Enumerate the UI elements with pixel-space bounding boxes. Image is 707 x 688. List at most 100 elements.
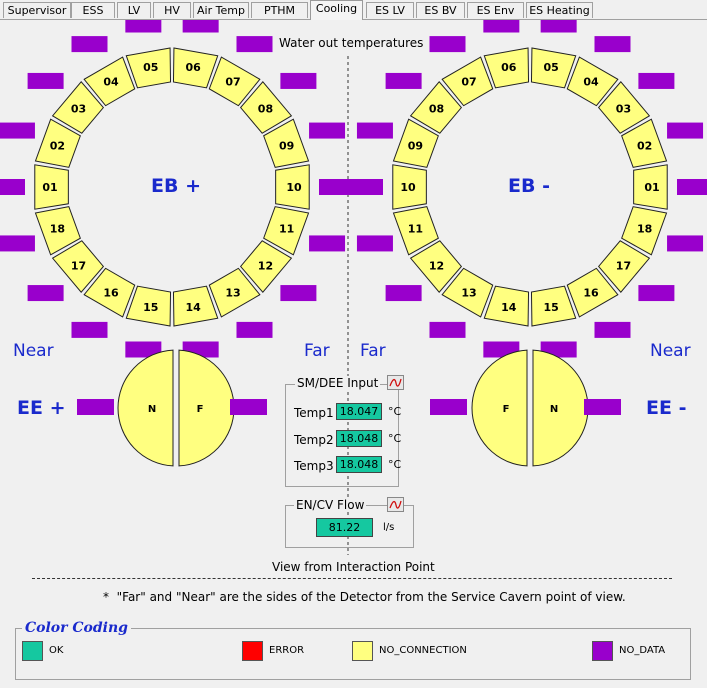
eb-minus-sector-label: 01 [644, 181, 659, 194]
eb-minus-status-box [356, 122, 393, 139]
ee-plus-half-f [178, 349, 235, 467]
eb-minus-sector-label: 17 [616, 259, 631, 272]
flow-trend-button[interactable] [387, 497, 404, 512]
temp2-unit: °C [388, 432, 402, 445]
tab-cooling[interactable]: Cooling [310, 0, 363, 20]
eb-plus-sector-label: 13 [225, 287, 240, 300]
eb-minus-sector-label: 02 [637, 139, 652, 152]
trend-icon [389, 500, 402, 509]
ee-plus-half-n [117, 349, 174, 467]
legend-ok-label: OK [49, 645, 64, 656]
eb-minus-sector-label: 13 [461, 287, 476, 300]
eb-minus-sector-label: 16 [583, 287, 599, 300]
temp3-label: Temp3 [294, 459, 334, 473]
eb-plus-sector-label: 10 [286, 181, 302, 194]
view-label: View from Interaction Point [272, 560, 435, 574]
eb-minus-status-box [594, 36, 631, 53]
near-right-label: Near [650, 341, 691, 361]
ee-status-box [77, 399, 114, 415]
eb-minus-status-box [540, 20, 577, 33]
eb-plus-status-box [125, 20, 162, 33]
legend-title: Color Coding [22, 620, 131, 636]
tab-bar: Supervisor ESS LV HV Air Temp PTHM Cooling ES L… [0, 0, 707, 20]
ee-plus-label-left: N [148, 404, 156, 415]
eb-minus-status-box [385, 285, 422, 302]
far-left-label: Far [304, 341, 330, 361]
eb-plus-status-box [309, 122, 346, 139]
flow-unit: l/s [383, 522, 395, 533]
temp1-label: Temp1 [294, 406, 334, 420]
eb-plus-sector-label: 03 [71, 103, 86, 116]
eb-plus-sector-label: 06 [186, 61, 202, 74]
temp1-unit: °C [388, 405, 402, 418]
temp2-label: Temp2 [294, 433, 334, 447]
eb-minus-status-box [429, 321, 466, 338]
eb-minus-sector-label: 05 [544, 61, 559, 74]
eb-plus-label: EB + [151, 175, 201, 197]
eb-plus-status-box [71, 321, 108, 338]
tab-es-bv[interactable]: ES BV [416, 2, 465, 18]
smdee-trend-button[interactable] [387, 375, 404, 390]
eb-minus-status-box [483, 20, 520, 33]
tab-air-temp[interactable]: Air Temp [193, 2, 249, 18]
temp2-value: 18.048 [336, 430, 382, 447]
tab-supervisor[interactable]: Supervisor [3, 2, 71, 18]
legend-no-data-swatch [592, 641, 613, 661]
eb-plus-status-box [182, 20, 219, 33]
temp3-value: 18.048 [336, 456, 382, 473]
temp3-unit: °C [388, 458, 402, 471]
ee-plus-label: EE + [17, 397, 66, 419]
eb-plus-sector-label: 07 [225, 75, 240, 88]
tab-lv[interactable]: LV [117, 2, 151, 18]
flow-title: EN/CV Flow [294, 498, 367, 512]
legend-error-swatch [242, 641, 263, 661]
legend-no-data-label: NO_DATA [619, 645, 666, 656]
eb-plus-sector-label: 12 [258, 259, 273, 272]
temp1-value: 18.047 [336, 403, 382, 420]
ee-status-box [230, 399, 267, 415]
legend-no-connection-swatch [352, 641, 373, 661]
tab-pthm[interactable]: PTHM [251, 2, 308, 18]
eb-minus-sector-label: 06 [501, 61, 517, 74]
ee-status-box [584, 399, 621, 415]
eb-plus-sector-label: 05 [143, 61, 158, 74]
legend-ok-swatch [22, 641, 43, 661]
eb-plus-sector-label: 04 [103, 75, 119, 88]
eb-minus-status-box [429, 36, 466, 53]
eb-plus-status-box [280, 285, 317, 302]
tab-es-heating[interactable]: ES Heating [526, 2, 593, 18]
eb-plus-status-box [0, 179, 25, 195]
near-left-label: Near [13, 341, 54, 361]
far-right-label: Far [360, 341, 386, 361]
divider [32, 578, 672, 579]
ee-minus-label-left: F [503, 404, 510, 415]
tab-hv[interactable]: HV [153, 2, 191, 18]
tab-ess[interactable]: ESS [71, 2, 115, 18]
legend-error-label: ERROR [269, 645, 305, 656]
eb-minus-sector-label: 03 [616, 103, 631, 116]
eb-plus-status-box [0, 122, 35, 139]
eb-minus-status-box [638, 72, 675, 89]
eb-minus-sector-label: 09 [408, 139, 423, 152]
eb-plus-status-box [27, 72, 64, 89]
ee-status-box [430, 399, 467, 415]
eb-minus-status-box [594, 321, 631, 338]
eb-plus-sector-label: 17 [71, 259, 86, 272]
tab-es-env[interactable]: ES Env [467, 2, 524, 18]
eb-plus-status-box [309, 235, 346, 252]
eb-minus-status-box [347, 179, 383, 195]
ee-plus-label-right: F [197, 404, 204, 415]
eb-minus-status-box [638, 285, 675, 302]
eb-plus-status-box [0, 235, 35, 252]
eb-minus-status-box [356, 235, 393, 252]
eb-plus-sector-label: 02 [50, 139, 65, 152]
eb-plus-sector-label: 08 [258, 103, 273, 116]
eb-minus-sector-label: 11 [408, 223, 423, 236]
eb-minus-sector-label: 12 [429, 259, 444, 272]
tab-es-lv[interactable]: ES LV [366, 2, 414, 18]
eb-minus-sector-label: 10 [400, 181, 416, 194]
eb-plus-status-box [71, 36, 108, 53]
eb-minus-sector-label: 08 [429, 103, 444, 116]
eb-minus-sector-label: 04 [583, 75, 599, 88]
ee-minus-half-f [471, 349, 528, 467]
